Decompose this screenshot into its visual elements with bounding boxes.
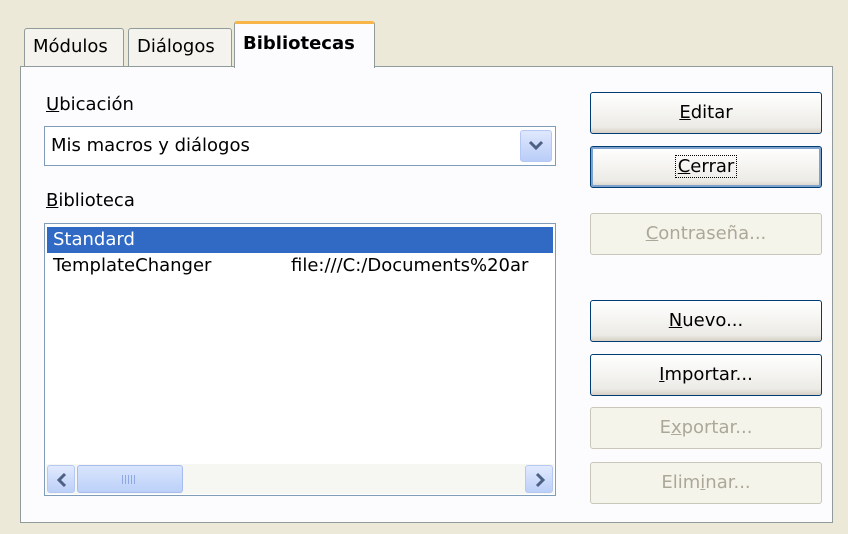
delete-button[interactable]: Eliminar...	[590, 462, 822, 504]
scroll-thumb[interactable]	[77, 465, 183, 493]
grip-icon	[122, 475, 136, 484]
library-list[interactable]: Standard TemplateChanger file:///C:/Docu…	[44, 223, 556, 496]
chevron-right-icon	[535, 472, 546, 488]
chevron-left-icon	[56, 472, 67, 488]
scroll-left-button[interactable]	[47, 465, 75, 493]
horizontal-scrollbar[interactable]	[46, 464, 554, 494]
export-button[interactable]: Exportar...	[590, 407, 822, 449]
chevron-down-icon	[528, 140, 544, 151]
scroll-right-button[interactable]	[525, 465, 553, 493]
list-item[interactable]: Standard	[47, 227, 553, 253]
location-select[interactable]: Mis macros y diálogos	[44, 126, 556, 166]
location-label: Ubicación	[46, 94, 134, 115]
library-name: TemplateChanger	[53, 255, 212, 276]
macro-organizer-dialog: Módulos Diálogos Bibliotecas Ubicación M…	[0, 0, 848, 534]
tab-libraries[interactable]: Bibliotecas	[234, 21, 375, 68]
library-label: Biblioteca	[46, 190, 135, 211]
new-button[interactable]: Nuevo...	[590, 300, 822, 342]
tab-modules[interactable]: Módulos	[24, 28, 124, 66]
library-name: Standard	[53, 229, 135, 250]
password-button[interactable]: Contraseña...	[590, 213, 822, 255]
list-item[interactable]: TemplateChanger file:///C:/Documents%20a…	[47, 253, 553, 279]
close-button[interactable]: Cerrar	[590, 146, 822, 188]
tab-dialogs[interactable]: Diálogos	[128, 28, 232, 66]
location-select-value: Mis macros y diálogos	[51, 135, 250, 156]
location-dropdown-button[interactable]	[520, 130, 552, 162]
import-button[interactable]: Importar...	[590, 354, 822, 396]
edit-button[interactable]: Editar	[590, 92, 822, 134]
library-path: file:///C:/Documents%20ar	[291, 255, 529, 276]
